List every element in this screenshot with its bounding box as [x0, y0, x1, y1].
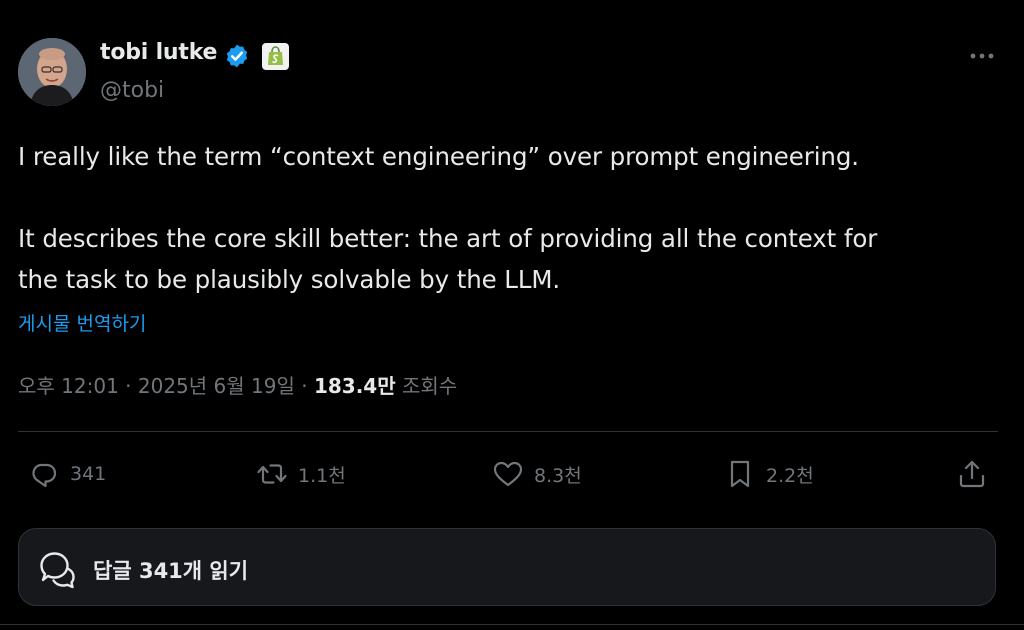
share-icon — [959, 460, 985, 488]
bookmark-button[interactable]: 2.2천 — [722, 456, 814, 492]
tweet-date[interactable]: 2025년 6월 19일 — [138, 374, 295, 398]
like-count: 8.3천 — [534, 464, 582, 487]
author-handle[interactable]: @tobi — [100, 78, 164, 103]
like-button[interactable]: 8.3천 — [490, 456, 582, 492]
reply-button[interactable]: 341 — [26, 456, 106, 492]
reply-icon — [32, 463, 57, 488]
tweet-meta: 오후 12:01 · 2025년 6월 19일 · 183.4만 조회수 — [18, 370, 457, 399]
read-replies-label: 답글 341개 읽기 — [93, 559, 249, 583]
retweet-button[interactable]: 1.1천 — [254, 456, 346, 492]
share-button[interactable] — [954, 456, 990, 492]
views-label: 조회수 — [401, 374, 458, 398]
views-count: 183.4만 — [313, 374, 396, 398]
divider — [18, 431, 998, 432]
shopify-affiliate-badge[interactable] — [262, 43, 289, 70]
tweet-text-line: I really like the term “context engineer… — [18, 142, 859, 171]
verified-badge-icon[interactable] — [224, 43, 250, 69]
tweet-time[interactable]: 오후 12:01 — [18, 374, 119, 398]
more-options-icon[interactable] — [966, 44, 998, 68]
speech-bubbles-icon — [40, 552, 75, 589]
retweet-icon — [257, 464, 287, 484]
avatar[interactable] — [18, 38, 86, 106]
shopify-bag-icon — [268, 46, 283, 65]
heart-icon — [493, 461, 523, 487]
meta-separator: · — [294, 374, 314, 398]
read-replies-button[interactable]: 답글 341개 읽기 — [18, 528, 996, 606]
avatar-photo — [18, 38, 86, 106]
bookmark-icon — [730, 460, 750, 488]
tweet-text-line: the task to be plausibly solvable by the… — [18, 265, 561, 294]
tweet: tobi lutke @tobi I really like the term … — [0, 0, 1024, 630]
translate-post-link[interactable]: 게시물 번역하기 — [18, 309, 146, 336]
retweet-count: 1.1천 — [298, 464, 346, 487]
tweet-text-line: It describes the core skill better: the … — [18, 224, 878, 253]
reply-count: 341 — [70, 463, 107, 485]
divider — [0, 624, 1024, 625]
bookmark-count: 2.2천 — [766, 464, 814, 487]
meta-separator: · — [118, 374, 138, 398]
author-name[interactable]: tobi lutke — [100, 40, 217, 65]
